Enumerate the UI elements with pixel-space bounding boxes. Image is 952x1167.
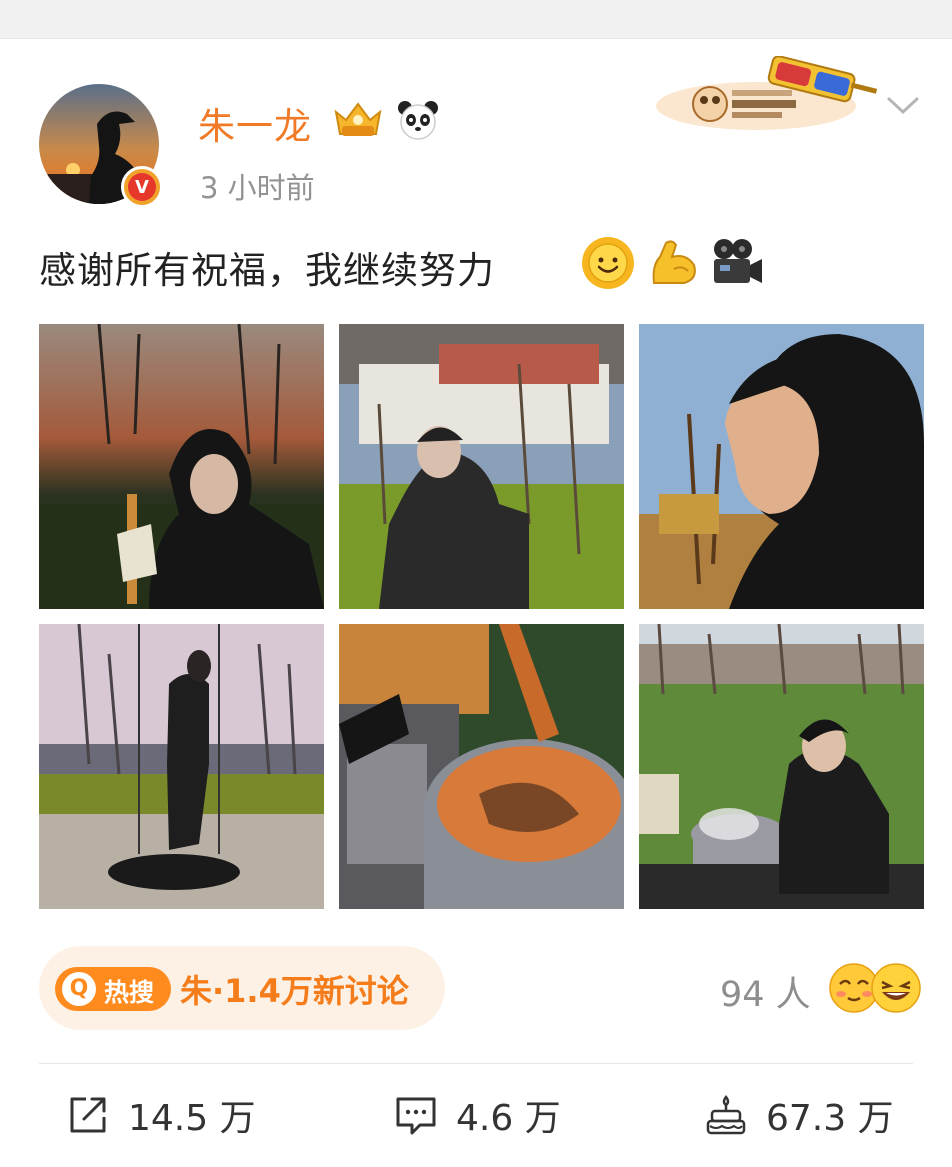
photo-5[interactable] [339,624,624,909]
chevron-down-icon[interactable] [886,96,920,116]
birthday-cake-icon [704,1093,748,1137]
laughing-face-emoji [870,962,922,1014]
reaction-count[interactable]: 94 人 [720,966,811,1017]
photo-1[interactable] [39,324,324,609]
post-time: 3 小时前 [200,171,315,205]
post-text: 感谢所有祝福，我继续努力 [39,249,495,292]
photo-4[interactable] [39,624,324,909]
photo-2[interactable] [339,324,624,609]
like-button[interactable]: 67.3 万 [704,1090,894,1140]
sun-face-emoji [580,235,636,291]
event-badge-icon[interactable] [656,55,880,134]
username[interactable]: 朱一龙 [198,96,312,150]
comment-count: 4.6 万 [456,1098,561,1139]
divider [39,1063,913,1064]
hot-search-topic[interactable]: 朱·1.4万新讨论 [180,966,409,1012]
panda-icon[interactable] [396,98,440,142]
photo-6[interactable] [639,624,924,909]
vip-crown-icon[interactable] [332,100,384,140]
photo-3[interactable] [639,324,924,609]
hot-search-q-icon: Q [62,972,96,1006]
share-count: 14.5 万 [128,1098,256,1139]
hot-search-label: 热搜 [104,978,155,1007]
movie-camera-emoji [708,235,764,291]
comment-icon [394,1093,438,1137]
top-status-bar [0,0,952,39]
comment-button[interactable]: 4.6 万 [394,1090,561,1140]
muscle-emoji [646,235,702,291]
share-icon [66,1093,110,1137]
verified-badge: V [121,166,163,208]
share-button[interactable]: 14.5 万 [66,1090,256,1140]
verified-mark: V [128,173,156,201]
like-count: 67.3 万 [766,1098,894,1139]
